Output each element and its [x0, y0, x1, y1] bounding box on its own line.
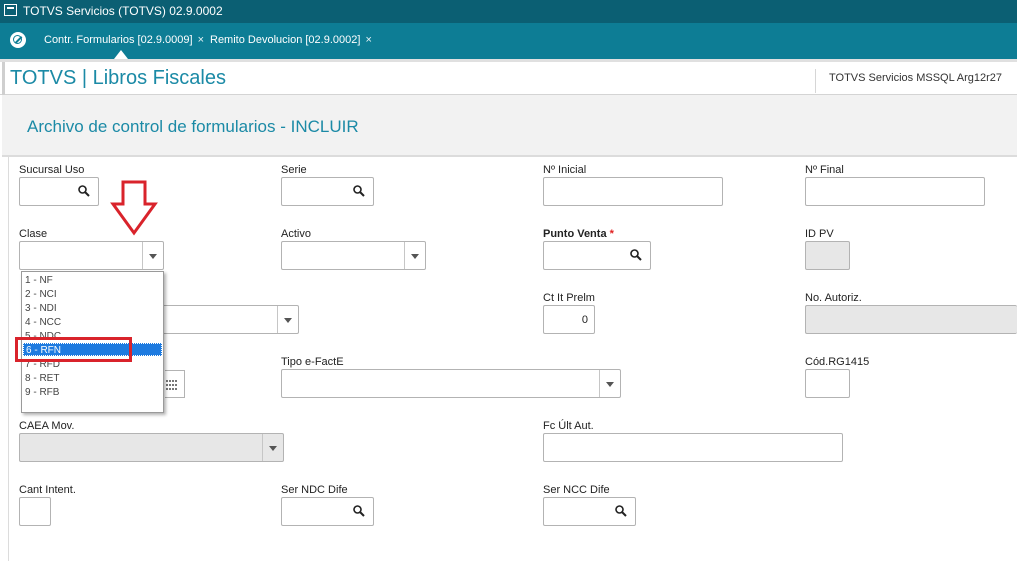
punto-venta-label-text: Punto Venta: [543, 228, 607, 240]
active-tab-indicator: [114, 50, 128, 59]
n-final-field[interactable]: [805, 177, 985, 206]
clase-select[interactable]: [19, 241, 164, 270]
page-title: Archivo de control de formularios - INCL…: [27, 117, 359, 136]
clase-option[interactable]: 1 - NF: [23, 274, 162, 287]
search-icon[interactable]: [630, 249, 642, 261]
chevron-down-icon[interactable]: [404, 242, 425, 269]
tipo-e-facte-label: Tipo e-FactE: [281, 356, 344, 368]
no-autoriz-label: No. Autoriz.: [805, 292, 862, 304]
chevron-down-icon: [262, 434, 283, 461]
cant-intent-label: Cant Intent.: [19, 484, 76, 496]
arrow-down-icon: [110, 180, 158, 236]
id-pv-label: ID PV: [805, 228, 834, 240]
cod-rg1415-label: Cód.RG1415: [805, 356, 870, 368]
clase-option[interactable]: 3 - NDI: [23, 302, 162, 315]
activo-select[interactable]: [281, 241, 426, 270]
row3-select[interactable]: [160, 305, 299, 334]
chevron-down-icon[interactable]: [142, 242, 163, 269]
punto-venta-label: Punto Venta *: [543, 228, 614, 240]
required-mark: *: [609, 228, 614, 240]
search-icon[interactable]: [353, 185, 365, 197]
fc-ult-aut-field[interactable]: [543, 433, 843, 462]
n-inicial-field[interactable]: [543, 177, 723, 206]
app-window-icon: [4, 4, 17, 16]
server-info: TOTVS Servicios MSSQL Arg12r27: [829, 72, 1003, 84]
clase-option[interactable]: 8 - RET: [23, 372, 162, 385]
cant-intent-field[interactable]: [19, 497, 51, 526]
clase-label: Clase: [19, 228, 48, 240]
punto-venta-field[interactable]: [543, 241, 651, 270]
id-pv-field: [805, 241, 850, 270]
ser-ncc-dife-field[interactable]: [543, 497, 636, 526]
window-title-bar: TOTVS Servicios (TOTVS) 02.9.0002: [0, 0, 1017, 23]
chevron-down-icon[interactable]: [277, 306, 298, 333]
clase-option[interactable]: 4 - NCC: [23, 316, 162, 329]
ser-ncc-dife-label: Ser NCC Dife: [543, 484, 610, 496]
highlight-box: [15, 337, 132, 362]
app-title: TOTVS | Libros Fiscales: [10, 67, 226, 89]
cod-rg1415-field[interactable]: [805, 369, 850, 398]
tab-label: Remito Devolucion [02.9.0002]: [210, 34, 361, 46]
search-icon[interactable]: [78, 185, 90, 197]
tab-label: Contr. Formularios [02.9.0009]: [44, 34, 193, 46]
n-final-label: Nº Final: [805, 164, 844, 176]
serie-label: Serie: [281, 164, 307, 176]
activo-label: Activo: [281, 228, 311, 240]
search-icon[interactable]: [615, 505, 627, 517]
date-picker-button[interactable]: [165, 370, 185, 398]
serie-field[interactable]: [281, 177, 374, 206]
ct-it-prelm-field[interactable]: 0: [543, 305, 595, 334]
ct-it-prelm-value: 0: [581, 314, 588, 326]
n-inicial-label: Nº Inicial: [543, 164, 587, 176]
ct-it-prelm-label: Ct It Prelm: [543, 292, 595, 304]
window-title: TOTVS Servicios (TOTVS) 02.9.0002: [23, 4, 223, 18]
fc-ult-aut-label: Fc Últ Aut.: [543, 420, 594, 432]
caea-mov-label: CAEA Mov.: [19, 420, 75, 432]
home-icon[interactable]: [10, 32, 26, 48]
tab-remito-devolucion[interactable]: Remito Devolucion [02.9.0002] ×: [210, 29, 372, 53]
ser-ndc-dife-field[interactable]: [281, 497, 374, 526]
close-icon[interactable]: ×: [198, 34, 204, 46]
caea-mov-select: [19, 433, 284, 462]
tipo-e-facte-select[interactable]: [281, 369, 621, 398]
clase-option[interactable]: 9 - RFB: [23, 386, 162, 399]
calendar-icon[interactable]: [165, 379, 179, 391]
header-left-bar: [2, 62, 5, 98]
tab-bar: Contr. Formularios [02.9.0009] × Remito D…: [0, 23, 1017, 59]
search-icon[interactable]: [353, 505, 365, 517]
sucursal-uso-label: Sucursal Uso: [19, 164, 85, 176]
clase-option[interactable]: 2 - NCI: [23, 288, 162, 301]
ser-ndc-dife-label: Ser NDC Dife: [281, 484, 348, 496]
chevron-down-icon[interactable]: [599, 370, 620, 397]
close-icon[interactable]: ×: [365, 34, 371, 46]
sucursal-uso-field[interactable]: [19, 177, 99, 206]
no-autoriz-field: [805, 305, 1017, 334]
app-header: TOTVS | Libros Fiscales TOTVS Servicios …: [0, 59, 1017, 98]
header-divider: [815, 69, 816, 93]
